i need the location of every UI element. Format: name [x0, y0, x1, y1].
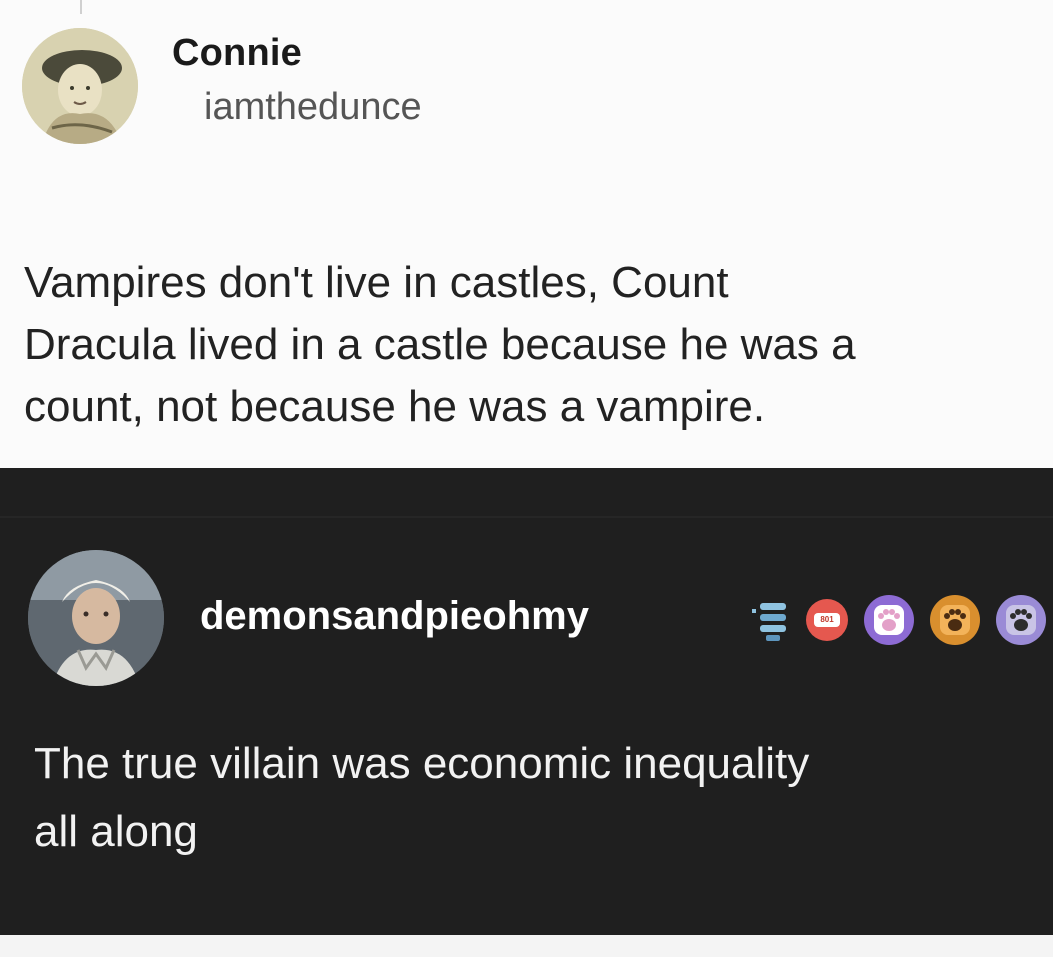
paw-badge-icon[interactable] [930, 595, 980, 645]
bottom-strip [0, 935, 1053, 957]
post-text-line: Dracula lived in a castle because he was… [24, 320, 856, 369]
portrait-avatar-icon [22, 28, 138, 144]
screenshot: Connie iamthedunce Vampires don't live i… [0, 0, 1053, 957]
shield-badge-icon[interactable]: 801 [806, 599, 848, 641]
reply-text-line: all along [34, 807, 198, 856]
original-post-text: Vampires don't live in castles, Count Dr… [24, 252, 1053, 462]
thread-connector-line [80, 0, 82, 14]
reply-username[interactable]: demonsandpieohmy [200, 594, 589, 639]
original-post: Connie iamthedunce Vampires don't live i… [0, 0, 1053, 468]
paw-badge-icon[interactable] [996, 595, 1046, 645]
demonsandpieohmy-avatar[interactable] [28, 550, 164, 686]
badge-number: 801 [814, 613, 840, 627]
connie-avatar[interactable] [22, 28, 138, 144]
post-text-line: Vampires don't live in castles, Count [24, 258, 729, 307]
portrait-avatar-icon [28, 550, 164, 686]
post-text-line: count, not because he was a vampire. [24, 382, 766, 431]
stacked-bars-badge-icon[interactable] [750, 595, 790, 645]
user-badges: 801 [750, 592, 1046, 648]
original-poster-username[interactable]: iamthedunce [204, 86, 422, 129]
reply-divider [0, 516, 1053, 518]
paw-badge-icon[interactable] [864, 595, 914, 645]
reply-text: The true villain was economic inequality… [34, 730, 1053, 866]
original-poster-name[interactable]: Connie [172, 32, 302, 75]
reply-post: demonsandpieohmy 801 The true villain wa… [0, 468, 1053, 935]
reply-text-line: The true villain was economic inequality [34, 739, 810, 788]
